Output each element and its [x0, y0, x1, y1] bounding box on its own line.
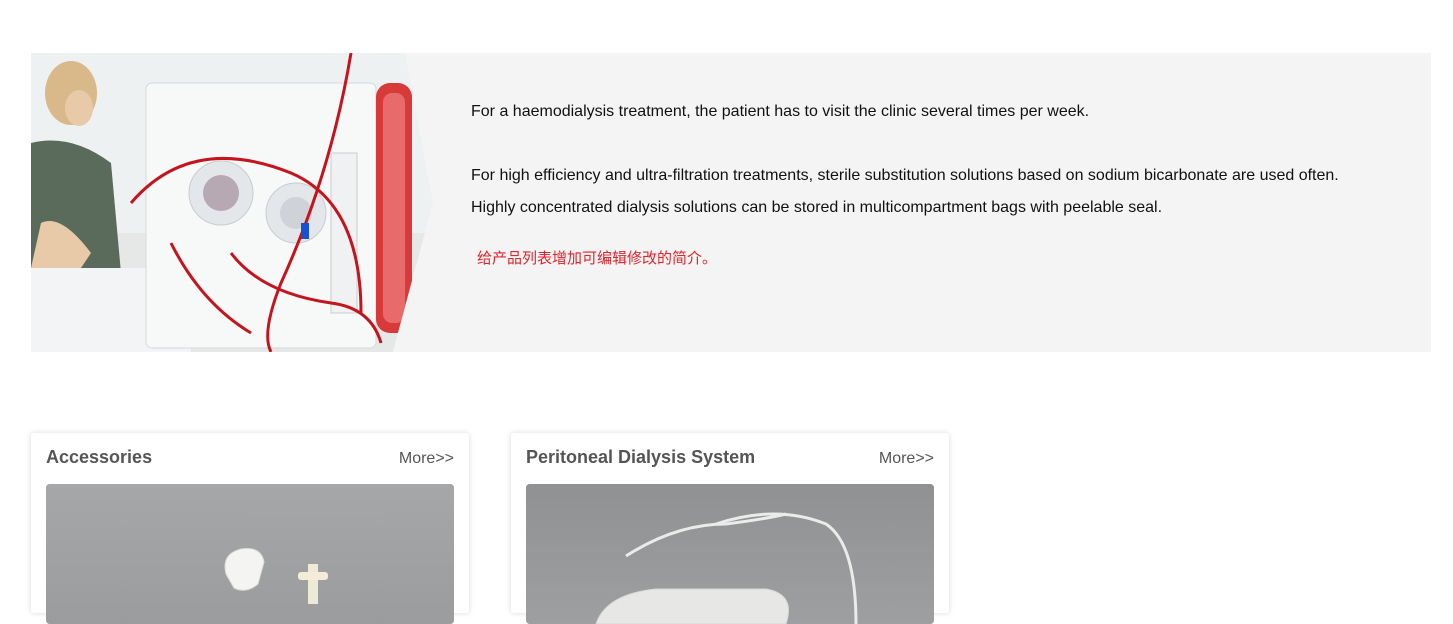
card-title[interactable]: Accessories: [46, 447, 152, 468]
accessories-image[interactable]: [46, 484, 454, 624]
intro-note: 给产品列表增加可编辑修改的简介。: [477, 249, 718, 267]
more-link[interactable]: More>>: [399, 450, 454, 468]
product-card-peritoneal-dialysis[interactable]: Peritoneal Dialysis System More>>: [511, 433, 949, 624]
product-card-accessories[interactable]: Accessories More>>: [31, 433, 469, 624]
intro-paragraph: For high efficiency and ultra-filtration…: [471, 167, 1339, 184]
intro-paragraph: Highly concentrated dialysis solutions c…: [471, 199, 1163, 216]
intro-paragraph: For a haemodialysis treatment, the patie…: [471, 103, 1090, 120]
card-title[interactable]: Peritoneal Dialysis System: [526, 447, 755, 468]
intro-section: For a haemodialysis treatment, the patie…: [31, 53, 1431, 352]
peritoneal-dialysis-image[interactable]: [526, 484, 934, 624]
intro-text: For a haemodialysis treatment, the patie…: [471, 96, 1411, 274]
dialysis-machine-image: [31, 53, 433, 352]
more-link[interactable]: More>>: [879, 450, 934, 468]
